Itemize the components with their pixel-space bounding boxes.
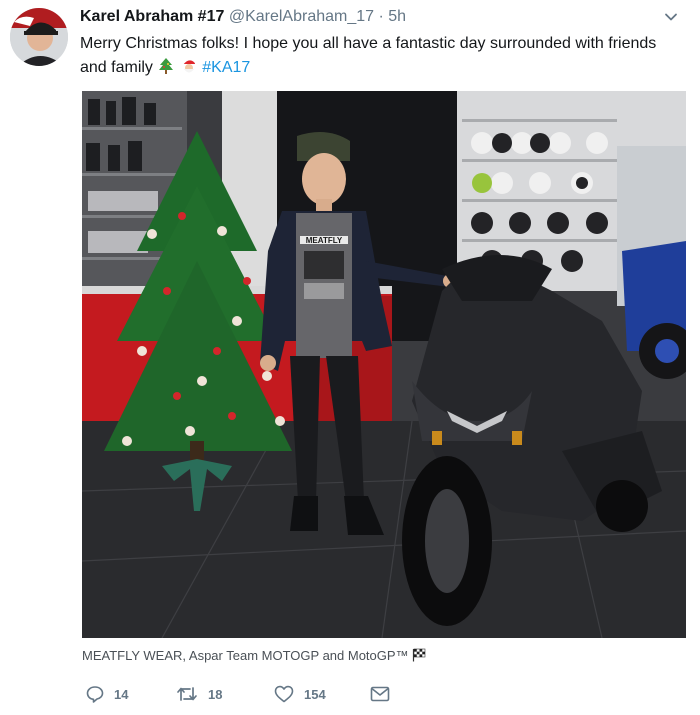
envelope-icon <box>370 686 390 702</box>
shirt-print: MEATFLY <box>306 236 343 245</box>
checkered-flag-icon <box>413 648 426 662</box>
chevron-down-icon[interactable] <box>664 10 678 24</box>
hashtag-link[interactable]: #KA17 <box>202 59 250 76</box>
heart-icon <box>274 685 294 703</box>
avatar-image <box>10 8 68 66</box>
retweet-count: 18 <box>208 686 223 702</box>
retweet-button[interactable]: 18 <box>176 682 222 706</box>
reply-icon <box>86 686 104 703</box>
showroom-photo: MEATFLY <box>82 91 686 638</box>
tweet-timestamp[interactable]: 5h <box>388 8 406 25</box>
tweet-actions: 14 18 154 <box>82 682 642 706</box>
author-name[interactable]: Karel Abraham #17 <box>80 8 224 25</box>
reply-count: 14 <box>114 686 129 702</box>
tweet-text: Merry Christmas folks! I hope you all ha… <box>80 32 680 80</box>
reply-button[interactable]: 14 <box>86 682 128 706</box>
christmas-tree-emoji <box>159 58 174 74</box>
media-caption-text: MEATFLY WEAR, Aspar Team MOTOGP and Moto… <box>82 648 409 663</box>
tweet-photo[interactable]: MEATFLY <box>82 91 686 638</box>
retweet-icon <box>177 687 197 701</box>
like-button[interactable]: 154 <box>274 682 326 706</box>
author-handle[interactable]: @KarelAbraham_17 <box>229 8 374 25</box>
santa-emoji <box>182 60 198 73</box>
direct-message-button[interactable] <box>370 682 390 706</box>
author-avatar[interactable] <box>10 8 68 66</box>
media-caption[interactable]: MEATFLY WEAR, Aspar Team MOTOGP and Moto… <box>82 648 426 663</box>
header-separator: · <box>378 8 384 25</box>
like-count: 154 <box>304 686 326 702</box>
tweet-header: Karel Abraham #17 @KarelAbraham_17 · 5h <box>80 8 406 30</box>
